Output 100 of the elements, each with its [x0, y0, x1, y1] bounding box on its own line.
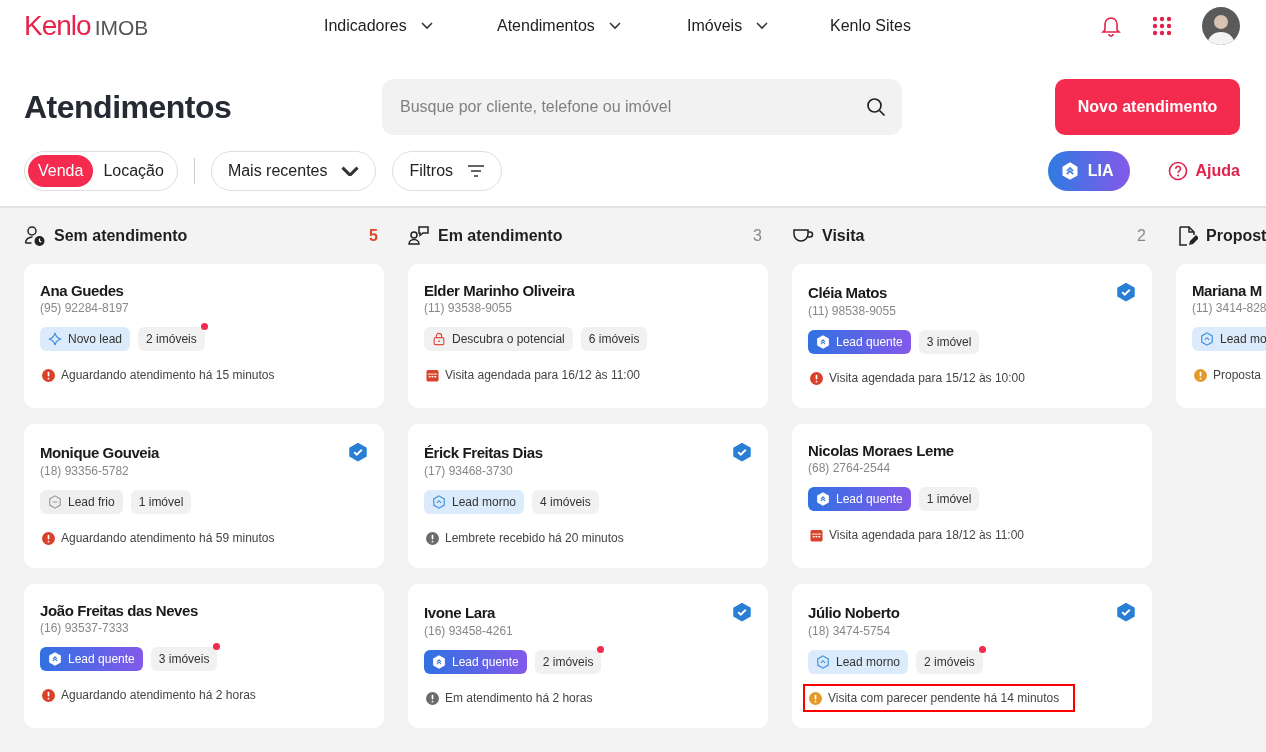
phone-number: (11) 93538-9055 — [424, 301, 513, 315]
search-input[interactable]: Busque por cliente, telefone ou imóvel — [398, 97, 866, 117]
properties-tag: 1 imóvel — [130, 490, 192, 514]
status-text: Visita agendada para 16/12 às 11:00 — [445, 368, 641, 382]
lead-name: Nicolas Moraes Leme — [808, 442, 954, 459]
status-text: Visita agendada para 18/12 às 11:00 — [829, 528, 1025, 542]
column-title: Visita — [822, 227, 865, 245]
status-text: Aguardando atendimento há 15 minutos — [61, 368, 275, 382]
lead-name: Érick Freitas Dias — [424, 443, 543, 461]
lead-card[interactable]: Elder Marinho Oliveira (11) 93538-9055 Descubra o potencial 6 imóveis Visita agendada para 16/12 às 11:00 — [408, 264, 768, 408]
lead-name: Ana Guedes — [40, 282, 124, 299]
lead-tag: Lead mo — [1192, 327, 1266, 351]
properties-tag: 1 imóvel — [918, 487, 980, 511]
phone-number: (18) 3474-5754 — [808, 624, 892, 638]
filter-icon — [467, 164, 486, 178]
hexagon-icon — [816, 655, 830, 669]
lead-tag: Descubra o potencial — [424, 327, 573, 351]
lead-tag: Lead quente — [808, 487, 911, 511]
assistant-button[interactable]: LIA — [1047, 151, 1130, 191]
hexagon-icon — [48, 652, 62, 666]
chevron-down-icon — [341, 165, 360, 177]
phone-number: (95) 92284-8197 — [40, 301, 130, 315]
nav-link[interactable]: Atendimentos — [497, 17, 687, 35]
lead-tag: Lead quente — [808, 330, 911, 354]
nav-link[interactable]: Kenlo Sites — [830, 17, 1030, 35]
status-text: Aguardando atendimento há 2 horas — [61, 688, 256, 702]
page-title: Atendimentos — [24, 88, 233, 126]
properties-tag: 4 imóveis — [532, 490, 599, 514]
lead-tag: Novo lead — [40, 327, 131, 351]
segment-tab[interactable]: Venda — [28, 155, 94, 187]
phone-number: (11) 3414-828 — [1192, 301, 1266, 315]
search-field[interactable]: Busque por cliente, telefone ou imóvel — [382, 79, 902, 135]
properties-tag: 3 imóvel — [918, 330, 980, 354]
lead-tag: Lead quente — [40, 647, 143, 671]
column-title: Propost — [1206, 227, 1266, 245]
lead-name: João Freitas das Neves — [40, 602, 198, 619]
lead-name: Cléia Matos — [808, 283, 887, 301]
lead-card[interactable]: Nicolas Moraes Leme (68) 2764-2544 Lead quente 1 imóvel Visita agendada para 18/12 às 11:00 — [792, 424, 1152, 568]
sparkle-icon — [48, 332, 62, 346]
status-text: Proposta — [1213, 368, 1262, 382]
lead-card[interactable]: Monique Gouveia (18) 93356-5782 Lead frio 1 imóvel Aguardando atendimento há 59 minutos — [24, 424, 384, 568]
lock-icon — [432, 332, 446, 346]
phone-number: (18) 93356-5782 — [40, 464, 130, 478]
column-title: Sem atendimento — [54, 227, 188, 245]
chevron-down-icon — [756, 22, 769, 30]
nav-link[interactable]: Imóveis — [687, 17, 830, 35]
status-text: Aguardando atendimento há 59 minutos — [61, 531, 275, 545]
hexagon-icon — [816, 492, 830, 506]
lead-name: Ivone Lara — [424, 603, 496, 621]
new-button[interactable]: Novo atendimento — [1055, 79, 1240, 135]
lead-tag: Lead quente — [424, 650, 527, 674]
segment-tab[interactable]: Locação — [93, 155, 174, 187]
hexagon-icon — [816, 335, 830, 349]
apps-grid-icon[interactable] — [1152, 16, 1172, 36]
chevron-down-icon — [420, 22, 433, 30]
people-chat-icon — [408, 225, 430, 247]
phone-number: (11) 98538-9055 — [808, 304, 897, 318]
logo[interactable]: Kenlo IMOB — [24, 10, 324, 42]
phone-number: (68) 2764-2544 — [808, 461, 892, 475]
hexagon-icon — [432, 495, 446, 509]
column-count: 5 — [369, 227, 378, 245]
hexagon-icon — [48, 495, 62, 509]
avatar[interactable] — [1202, 7, 1240, 45]
status-text: Em atendimento há 2 horas — [445, 691, 593, 705]
phone-number: (17) 93468-3730 — [424, 464, 514, 478]
status-text: Visita com parecer pendente há 14 minutos — [828, 691, 1060, 705]
lead-name: Elder Marinho Oliveira — [424, 282, 575, 299]
lead-tag: Lead frio — [40, 490, 123, 514]
lead-tag: Lead morno — [808, 650, 909, 674]
status-text: Lembrete recebido há 20 minutos — [445, 531, 624, 545]
lead-card[interactable]: Érick Freitas Dias (17) 93468-3730 Lead morno 4 imóveis Lembrete recebido há 20 minutos — [408, 424, 768, 568]
nav-link[interactable]: Indicadores — [324, 17, 497, 35]
properties-tag: 6 imóveis — [580, 327, 648, 351]
document-edit-icon — [1176, 225, 1198, 247]
lead-card[interactable]: Ana Guedes (95) 92284-8197 Novo lead 2 imóveis Aguardando atendimento há 15 minutos — [24, 264, 384, 408]
filter-button[interactable]: Filtros — [392, 151, 503, 191]
bell-icon[interactable] — [1100, 15, 1122, 37]
lead-card[interactable]: Cléia Matos (11) 98538-9055 Lead quente 3 imóvel Visita agendada para 15/12 às 10:00 — [792, 264, 1152, 408]
hexagon-icon — [432, 655, 446, 669]
search-icon[interactable] — [866, 97, 886, 117]
lead-name: Monique Gouveia — [40, 443, 159, 461]
chevron-down-icon — [608, 22, 621, 30]
sort-dropdown[interactable]: Mais recentes — [210, 151, 377, 191]
lead-name: Mariana M — [1192, 282, 1262, 299]
status-text: Visita agendada para 15/12 às 10:00 — [829, 371, 1025, 385]
lead-card[interactable]: João Freitas das Neves (16) 93537-7333 Lead quente 3 imóveis Aguardando atendimento há 2 horas — [24, 584, 384, 728]
person-clock-icon — [24, 225, 46, 247]
phone-number: (16) 93458-4261 — [424, 624, 514, 638]
lead-card[interactable]: Júlio Noberto (18) 3474-5754 Lead morno 2 imóveis Visita com parecer pendente há 14 minutos — [792, 584, 1152, 728]
hexagon-icon — [1200, 332, 1214, 346]
lead-name: Júlio Noberto — [808, 603, 900, 621]
help-link[interactable]: Ajuda — [1167, 161, 1240, 181]
lead-card[interactable]: Ivone Lara (16) 93458-4261 Lead quente 2 imóveis Em atendimento há 2 horas — [408, 584, 768, 728]
lead-tag: Lead morno — [424, 490, 525, 514]
column-title: Em atendimento — [438, 227, 563, 245]
help-icon — [1167, 161, 1188, 181]
column-count: 3 — [753, 227, 762, 245]
lead-card[interactable]: Mariana M (11) 3414-828 Lead mo Proposta — [1176, 264, 1266, 408]
phone-number: (16) 93537-7333 — [40, 621, 130, 635]
column-count: 2 — [1137, 227, 1146, 245]
